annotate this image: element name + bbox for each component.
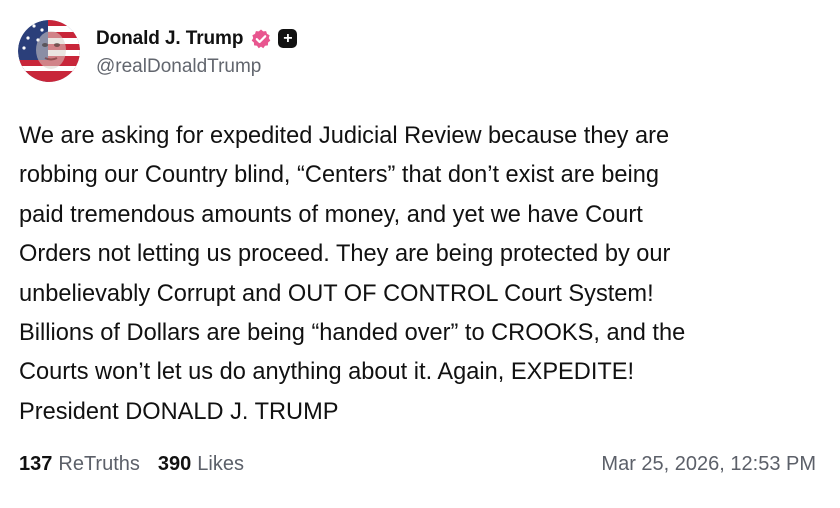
post-body-line: President DONALD J. TRUMP bbox=[19, 398, 339, 425]
post-header: Donald J. Trump + @realDonaldTrump bbox=[18, 20, 298, 82]
plus-badge-icon: + bbox=[278, 29, 298, 48]
likes-stat[interactable]: 390 Likes bbox=[158, 453, 244, 476]
verified-badge-icon bbox=[250, 28, 272, 50]
avatar[interactable] bbox=[18, 20, 80, 82]
display-name[interactable]: Donald J. Trump bbox=[96, 28, 243, 50]
portrait-flag-avatar-icon bbox=[18, 20, 80, 82]
post-stats: 137 ReTruths 390 Likes bbox=[19, 453, 244, 476]
likes-count: 390 bbox=[157, 453, 192, 475]
name-row: Donald J. Trump + bbox=[96, 25, 298, 53]
retruths-stat[interactable]: 137 ReTruths bbox=[19, 453, 140, 476]
post-body-line: We are asking for expedited Judicial Rev… bbox=[19, 123, 670, 149]
post-body-line: robbing our Country blind, “Centers” tha… bbox=[19, 162, 660, 189]
retruths-count: 137 bbox=[19, 453, 53, 475]
post-body: We are asking for expedited Judicial Rev… bbox=[19, 117, 809, 432]
post-body-line: Orders not letting us proceed. They are … bbox=[19, 241, 671, 268]
truth-post: Donald J. Trump + @realDonaldTrump We ar… bbox=[0, 0, 840, 508]
author-identity: Donald J. Trump + @realDonaldTrump bbox=[96, 25, 298, 78]
post-timestamp[interactable]: Mar 25, 2026, 12:53 PM bbox=[601, 453, 816, 476]
author-handle[interactable]: @realDonaldTrump bbox=[96, 56, 297, 78]
post-body-line: Courts won’t let us do anything about it… bbox=[19, 359, 635, 386]
post-body-line: paid tremendous amounts of money, and ye… bbox=[19, 201, 643, 228]
post-footer: 137 ReTruths 390 Likes Mar 25, 2026, 12:53… bbox=[19, 453, 816, 476]
post-body-line: Billions of Dollars are being “handed ov… bbox=[19, 320, 686, 347]
retruths-label: ReTruths bbox=[58, 453, 140, 475]
post-body-line: unbelievably Corrupt and OUT OF CONTROL … bbox=[19, 280, 654, 307]
likes-label: Likes bbox=[197, 453, 244, 475]
